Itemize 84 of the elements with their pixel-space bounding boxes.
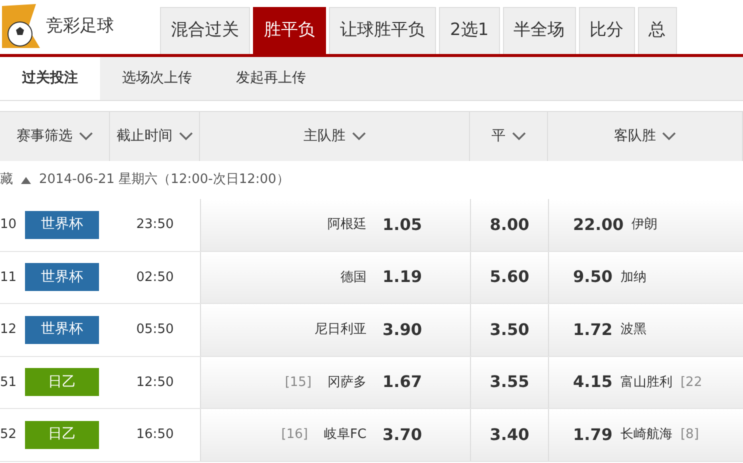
draw-cell[interactable]: 3.50 [470,304,548,356]
away-win-cell[interactable]: 4.15 富山胜利 [22 [548,356,743,408]
home-team: 岐阜FC [324,426,367,444]
odds-value: 9.50 [573,266,612,288]
odds-value: 1.72 [573,318,612,341]
home-win-cell[interactable]: [15] 冈萨多 1.67 [200,356,470,408]
draw-cell[interactable]: 8.00 [470,199,548,250]
chevron-down-icon [78,132,92,141]
odds-value: 1.79 [573,424,612,446]
odds-value: 4.15 [573,371,612,394]
tab[interactable]: 2选1 [439,7,500,54]
tab[interactable]: 总 [638,7,677,54]
odds-value: 8.00 [490,214,530,236]
odds-value: 5.60 [490,266,530,288]
odds-value: 3.90 [382,318,422,341]
odds-value: 3.70 [382,424,422,446]
home-win-cell[interactable]: 阿根廷 1.05 [200,199,470,250]
away-team: 富山胜利 [620,374,672,392]
away-win-cell[interactable]: 9.50 加纳 [548,252,743,303]
column-header[interactable]: 主队胜 [304,126,346,147]
match-number: 12 [0,321,17,339]
match-number: 51 [0,374,17,392]
tab[interactable]: 比分 [578,7,635,54]
soccer-ball-logo-icon [0,4,40,50]
subtab[interactable]: 选场次上传 [100,57,214,100]
league-badge: 日乙 [25,368,99,396]
subtab[interactable]: 过关投注 [0,57,100,100]
chevron-down-icon [662,132,676,141]
league-badge: 世界杯 [25,316,99,344]
draw-cell[interactable]: 3.40 [470,409,548,460]
home-team: 阿根廷 [328,216,367,234]
odds-value: 3.50 [490,318,530,341]
league-badge: 世界杯 [25,263,99,292]
deadline-time: 23:50 [136,216,174,234]
league-badge: 世界杯 [25,210,99,239]
tab[interactable]: 半全场 [502,7,576,54]
chevron-down-icon [352,132,366,141]
draw-cell[interactable]: 3.55 [470,356,548,408]
collapse-triangle-icon[interactable] [21,176,31,184]
away-win-cell[interactable]: 1.72 波黑 [548,304,743,356]
away-team: 加纳 [620,268,646,286]
odds-value: 1.67 [382,371,422,394]
odds-value: 3.40 [490,424,530,446]
home-team: 尼日利亚 [314,321,367,339]
match-number: 11 [0,268,17,286]
home-win-cell[interactable]: 德国 1.19 [200,252,470,303]
home-team: 德国 [340,268,367,286]
tab[interactable]: 混合过关 [160,7,250,54]
chevron-down-icon [512,132,526,141]
column-header[interactable]: 客队胜 [614,126,656,147]
league-badge: 日乙 [25,420,99,449]
odds-value: 3.55 [490,371,530,394]
deadline-time: 16:50 [136,426,174,444]
column-header[interactable]: 截止时间 [116,126,172,147]
tab[interactable]: 胜平负 [253,7,326,54]
odds-value: 1.05 [382,214,422,236]
column-header[interactable]: 赛事筛选 [16,126,72,147]
draw-cell[interactable]: 5.60 [470,252,548,303]
away-team: 伊朗 [632,216,658,234]
deadline-time: 05:50 [136,321,174,339]
toggle-label[interactable]: 藏 [0,170,13,190]
deadline-time: 12:50 [136,374,174,392]
match-number: 52 [0,426,17,444]
subtab[interactable]: 发起再上传 [214,57,328,100]
date-label: 2014-06-21 星期六（12:00-次日12:00） [39,171,290,190]
away-team: 长崎航海 [620,426,672,444]
app-title: 竞彩足球 [46,15,114,38]
match-number: 10 [0,216,17,234]
odds-value: 22.00 [573,214,624,236]
team-rank: [8] [680,426,699,444]
team-rank: [22 [680,374,702,392]
away-team: 波黑 [620,321,646,339]
away-win-cell[interactable]: 1.79 长崎航海 [8] [548,409,743,460]
odds-value: 1.19 [382,266,422,288]
tab[interactable]: 让球胜平负 [329,7,436,54]
home-team: 冈萨多 [328,374,367,392]
team-rank: [15] [284,374,312,392]
column-header[interactable]: 平 [492,126,506,147]
chevron-down-icon [178,132,192,141]
home-win-cell[interactable]: 尼日利亚 3.90 [200,304,470,356]
home-win-cell[interactable]: [16] 岐阜FC 3.70 [200,409,470,460]
away-win-cell[interactable]: 22.00 伊朗 [548,199,743,250]
team-rank: [16] [281,426,308,444]
deadline-time: 02:50 [136,268,174,286]
